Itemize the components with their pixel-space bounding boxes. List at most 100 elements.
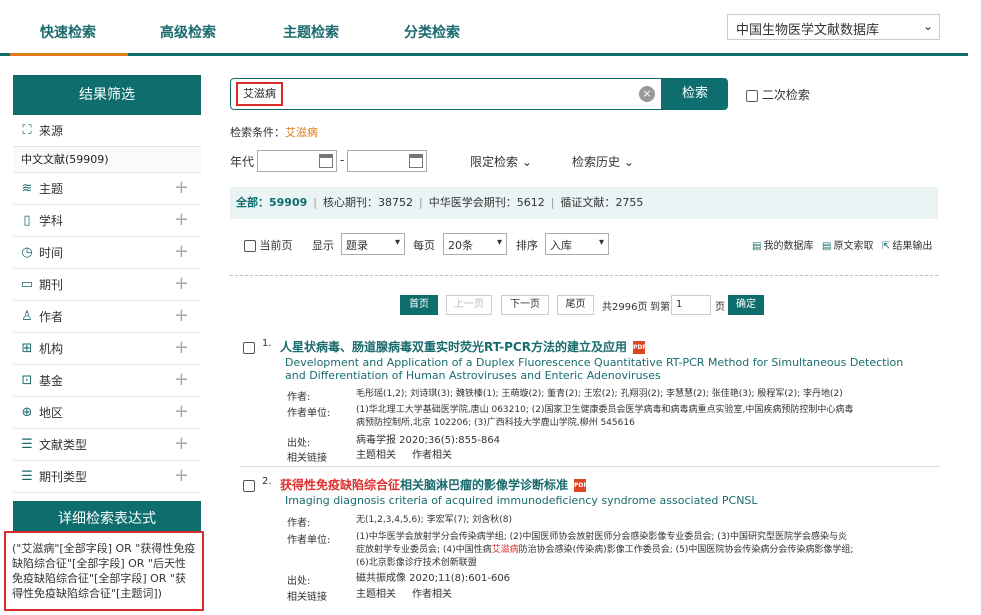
expand-icon[interactable]: +	[174, 275, 189, 293]
sidebar-item-doc-type[interactable]: ☰ 文献类型 +	[13, 429, 201, 461]
sidebar-item-label: 期刊	[39, 278, 64, 292]
sidebar-item-subject[interactable]: ≋ 主题 +	[13, 173, 201, 205]
expand-icon[interactable]: +	[174, 339, 189, 357]
end-year-input[interactable]	[347, 150, 427, 172]
summary-core[interactable]: 核心期刊：38752	[323, 196, 413, 209]
result-authors[interactable]: 无(1,2,3,4,5,6); 李宏军(7); 刘含秋(8)	[356, 514, 856, 527]
open-book-icon: ▭	[20, 276, 34, 292]
search-button[interactable]: 检索	[662, 78, 728, 110]
summary-all[interactable]: 全部：59909	[236, 196, 307, 209]
per-page-label: 每页	[413, 239, 435, 252]
author-related-link[interactable]: 作者相关	[412, 588, 452, 601]
expand-icon[interactable]: +	[174, 467, 189, 485]
fulltext-request-label: 原文索取	[833, 241, 874, 252]
expand-icon[interactable]: +	[174, 307, 189, 325]
document-icon: ▤	[822, 241, 832, 252]
sidebar-item-label: 期刊类型	[39, 470, 88, 484]
limit-search-dropdown[interactable]: 限定检索 ⌄	[470, 153, 532, 170]
checkbox-icon[interactable]	[746, 89, 758, 102]
result-english-title[interactable]: Development and Application of a Duplex …	[285, 356, 905, 382]
sidebar-item-institution[interactable]: ⊞ 机构 +	[13, 333, 201, 365]
sidebar-item-fund[interactable]: ⊡ 基金 +	[13, 365, 201, 397]
database-select-value: 中国生物医学文献数据库	[736, 23, 880, 38]
sidebar-item-label: 学科	[39, 214, 64, 228]
calendar-icon[interactable]	[319, 154, 333, 168]
sidebar-item-journal[interactable]: ▭ 期刊 +	[13, 269, 201, 301]
export-icon: ⇱	[882, 241, 891, 252]
sidebar-item-author[interactable]: ♙ 作者 +	[13, 301, 201, 333]
expand-icon[interactable]: +	[174, 211, 189, 229]
fulltext-request-link[interactable]: ▤ 原文索取	[822, 237, 873, 252]
sidebar-item-label: 来源	[39, 124, 64, 138]
pdf-icon[interactable]: PDF	[632, 341, 646, 354]
tab-subject-search[interactable]: 主题检索	[283, 22, 339, 42]
export-link[interactable]: ⇱ 结果输出	[882, 237, 932, 252]
subject-related-link[interactable]: 主题相关	[356, 588, 396, 601]
confirm-button[interactable]: 确定	[728, 295, 764, 315]
list-icon: ☰	[21, 436, 33, 452]
display-label: 显示	[312, 239, 334, 252]
tab-quick-search[interactable]: 快速检索	[10, 22, 128, 56]
pdf-icon[interactable]: PDF	[574, 479, 588, 492]
goto-label: 到第	[650, 302, 670, 313]
year-label: 年代	[230, 155, 255, 169]
institution-icon: ⊞	[21, 340, 33, 356]
sort-select[interactable]: 入库 ▾	[545, 233, 609, 255]
expand-icon[interactable]: +	[174, 243, 189, 261]
search-history-dropdown[interactable]: 检索历史 ⌄	[572, 153, 634, 170]
search-input[interactable]: 艾滋病 ×	[230, 78, 662, 110]
sidebar-source-chinese[interactable]: 中文文献(59909)	[13, 147, 201, 173]
expand-icon[interactable]: +	[174, 179, 189, 197]
result-checkbox[interactable]	[243, 480, 255, 492]
secondary-search-checkbox[interactable]: 二次检索	[746, 86, 810, 103]
result-title[interactable]: 人星状病毒、肠道腺病毒双重实时荧光RT-PCR方法的建立及应用 PDF	[280, 338, 646, 355]
year-dash: -	[340, 153, 345, 167]
per-page-select[interactable]: 20条 ▾	[443, 233, 507, 255]
top-nav: 快速检索 高级检索 主题检索 分类检索 中国生物医学文献数据库 ⌄	[0, 0, 968, 56]
result-authors[interactable]: 毛彤瑶(1,2); 刘诗琪(3); 魏铁榛(1); 王萌璇(2); 董青(2);…	[356, 388, 856, 401]
sidebar-item-region[interactable]: ⊕ 地区 +	[13, 397, 201, 429]
clear-icon[interactable]: ×	[639, 86, 655, 102]
crosshair-icon: ⊕	[21, 404, 33, 420]
tab-category-search[interactable]: 分类检索	[404, 22, 460, 42]
my-database-link[interactable]: ▤ 我的数据库	[752, 237, 813, 252]
sidebar-item-discipline[interactable]: ▯ 学科 +	[13, 205, 201, 237]
sidebar-item-label: 基金	[39, 374, 64, 388]
select-current-page[interactable]: 当前页	[244, 237, 293, 253]
last-page-button[interactable]: 尾页	[557, 295, 594, 315]
checkbox-icon[interactable]	[244, 240, 256, 252]
next-page-button[interactable]: 下一页	[501, 295, 549, 315]
current-page-label: 当前页	[259, 239, 293, 252]
subject-related-link[interactable]: 主题相关	[356, 449, 396, 462]
source-label: 出处:	[287, 576, 311, 587]
sidebar-item-journal-type[interactable]: ☰ 期刊类型 +	[13, 461, 201, 493]
first-page-button[interactable]: 首页	[400, 295, 438, 315]
author-label: 作者:	[287, 392, 311, 403]
calendar-icon[interactable]	[409, 154, 423, 168]
prev-page-button[interactable]: 上一页	[446, 295, 492, 315]
display-select[interactable]: 题录 ▾	[341, 233, 405, 255]
expand-icon[interactable]: +	[174, 403, 189, 421]
sidebar-item-source[interactable]: ⛶ 来源	[13, 115, 201, 147]
expand-icon[interactable]: +	[174, 435, 189, 453]
result-source[interactable]: 磁共振成像 2020;11(8):601-606	[356, 572, 856, 585]
result-title-text: 相关脑淋巴瘤的影像学诊断标准	[400, 478, 569, 492]
result-checkbox[interactable]	[243, 342, 255, 354]
summary-evidence[interactable]: 循证文献：2755	[560, 196, 643, 209]
institution-text: (1)华北理工大学基础医学院,唐山 063210; (2)国家卫生健康委员会医学…	[356, 405, 854, 428]
sidebar-item-time[interactable]: ◷ 时间 +	[13, 237, 201, 269]
page-unit: 页	[715, 302, 725, 313]
result-source[interactable]: 病毒学报 2020;36(5):855-864	[356, 434, 856, 447]
search-term[interactable]: 艾滋病	[236, 82, 283, 106]
display-select-value: 题录	[346, 239, 368, 252]
result-title[interactable]: 获得性免疫缺陷综合征相关脑淋巴瘤的影像学诊断标准 PDF	[280, 476, 588, 493]
result-english-title[interactable]: Imaging diagnosis criteria of acquired i…	[285, 494, 905, 507]
expand-icon[interactable]: +	[174, 371, 189, 389]
author-related-link[interactable]: 作者相关	[412, 449, 452, 462]
tab-advanced-search[interactable]: 高级检索	[160, 22, 216, 42]
database-select[interactable]: 中国生物医学文献数据库 ⌄	[727, 14, 940, 40]
goto-page-input[interactable]: 1	[671, 295, 711, 315]
summary-evidence-label: 循证文献：	[560, 196, 616, 209]
start-year-input[interactable]	[257, 150, 337, 172]
summary-cma[interactable]: 中华医学会期刊：5612	[429, 196, 545, 209]
